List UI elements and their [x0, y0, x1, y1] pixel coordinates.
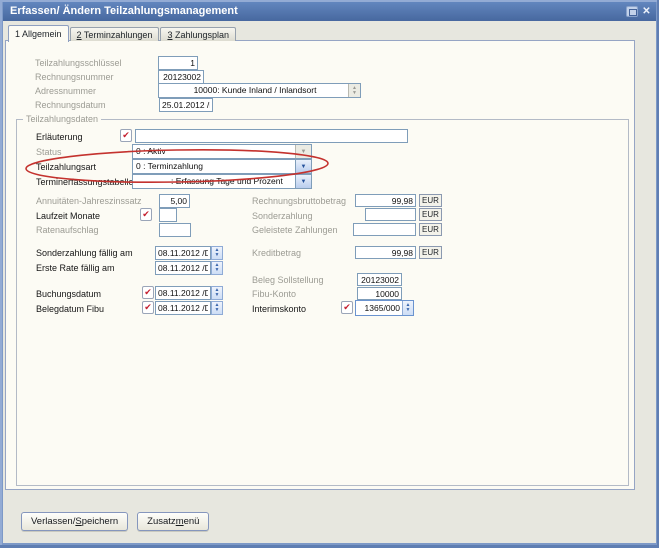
button-label-part: Verlassen/	[31, 516, 75, 527]
red-check-icon[interactable]: ✔	[140, 208, 152, 221]
geleistete-zahlungen-unit: EUR	[419, 223, 442, 236]
red-check-icon[interactable]: ✔	[341, 301, 353, 314]
date-spinner-icon[interactable]: ▲▼	[211, 286, 223, 300]
group-title: Teilzahlungsdaten	[23, 114, 101, 124]
buchungsdatum-label: Buchungsdatum	[36, 289, 101, 299]
dropdown-arrow-icon[interactable]: ▼	[295, 175, 311, 188]
sonderzahlung-field[interactable]	[365, 208, 416, 221]
tab-label: Allgemein	[20, 29, 62, 39]
title-bar[interactable]: Erfassen/ Ändern Teilzahlungsmanagement …	[3, 2, 656, 21]
interimskonto-focused-field[interactable]: ▲▼	[355, 300, 414, 316]
teilzahlungsart-value: 0 : Terminzahlung	[133, 160, 295, 173]
belegdatum-fibu-field[interactable]	[155, 301, 211, 315]
status-combo[interactable]: 0 : Aktiv ▼	[132, 144, 312, 159]
rechnungsbruttobetrag-field[interactable]	[355, 194, 416, 207]
tab-allgemein[interactable]: 1 Allgemein	[8, 25, 69, 42]
sonderzahlung-faellig-label: Sonderzahlung fällig am	[36, 248, 133, 258]
close-icon[interactable]: ✕	[641, 4, 652, 19]
button-label-part: m	[176, 516, 184, 527]
tab-label: Terminzahlungen	[82, 30, 153, 40]
annuitaeten-label: Annuitäten-Jahreszinssatz	[36, 196, 142, 206]
date-spinner-icon[interactable]: ▲▼	[211, 246, 223, 260]
terminerfassungstabelle-label: Terminerfassungstabelle	[36, 177, 134, 187]
rechnungsdatum-field[interactable]	[159, 98, 213, 112]
tab-label: Zahlungsplan	[172, 30, 229, 40]
interimskonto-field[interactable]	[356, 301, 402, 315]
adressnummer-combo[interactable]: 10000: Kunde Inland / Inlandsort ▲▼	[158, 83, 361, 98]
sonderzahlung-label: Sonderzahlung	[252, 211, 313, 221]
kreditbetrag-unit: EUR	[419, 246, 442, 259]
restore-icon[interactable]	[626, 6, 638, 17]
rechnungsbruttobetrag-unit: EUR	[419, 194, 442, 207]
beleg-sollstellung-label: Beleg Sollstellung	[252, 275, 324, 285]
fibu-konto-field[interactable]	[357, 287, 402, 300]
zusatzmenu-button[interactable]: Zusatzmenü	[137, 512, 209, 531]
terminerfassungstabelle-combo[interactable]: : Erfassung Tage und Prozent ▼	[132, 174, 312, 189]
red-check-icon[interactable]: ✔	[120, 129, 132, 142]
terminerfassungstabelle-value: : Erfassung Tage und Prozent	[133, 175, 295, 188]
button-bar: Verlassen/Speichern Zusatzmenü	[21, 512, 209, 531]
adressnummer-label: Adressnummer	[35, 86, 96, 96]
date-spinner-icon[interactable]: ▲▼	[402, 301, 413, 315]
geleistete-zahlungen-label: Geleistete Zahlungen	[252, 225, 338, 235]
dropdown-arrow-icon[interactable]: ▼	[295, 145, 311, 158]
rechnungsnummer-label: Rechnungsnummer	[35, 72, 114, 82]
laufzeit-monate-field[interactable]	[159, 208, 177, 222]
adressnummer-spinner-icon[interactable]: ▲▼	[348, 84, 360, 97]
teilzahlungsdaten-group: Teilzahlungsdaten Erläuterung ✔ Status 0…	[16, 119, 629, 486]
tab-terminzahlungen[interactable]: 2 Terminzahlungen	[70, 27, 160, 41]
sonderzahlung-unit: EUR	[419, 208, 442, 221]
sonderzahlung-faellig-field[interactable]	[155, 246, 211, 260]
rechnungsnummer-field[interactable]	[158, 70, 204, 84]
fibu-konto-label: Fibu-Konto	[252, 289, 296, 299]
ratenaufschlag-label: Ratenaufschlag	[36, 225, 99, 235]
interimskonto-label: Interimskonto	[252, 304, 306, 314]
belegdatum-fibu-label: Belegdatum Fibu	[36, 304, 104, 314]
adressnummer-value: 10000: Kunde Inland / Inlandsort	[159, 84, 348, 97]
teilzahlungsart-label: Teilzahlungsart	[36, 162, 96, 172]
window-title: Erfassen/ Ändern Teilzahlungsmanagement	[10, 5, 238, 17]
kreditbetrag-field[interactable]	[355, 246, 416, 259]
dropdown-arrow-icon[interactable]: ▼	[295, 160, 311, 173]
annuitaeten-field[interactable]	[159, 194, 190, 208]
date-spinner-icon[interactable]: ▲▼	[211, 261, 223, 275]
button-label-part: enü	[184, 516, 200, 527]
verlassen-speichern-button[interactable]: Verlassen/Speichern	[21, 512, 128, 531]
buchungsdatum-field[interactable]	[155, 286, 211, 300]
status-value: 0 : Aktiv	[133, 145, 295, 158]
ratenaufschlag-field[interactable]	[159, 223, 191, 237]
kreditbetrag-label: Kreditbetrag	[252, 248, 301, 258]
button-label-part: peichern	[82, 516, 118, 527]
teilzahlungsart-combo[interactable]: 0 : Terminzahlung ▼	[132, 159, 312, 174]
rechnungsdatum-label: Rechnungsdatum	[35, 100, 106, 110]
erlaeuterung-field[interactable]	[135, 129, 408, 143]
erste-rate-field[interactable]	[155, 261, 211, 275]
tab-strip: 1 Allgemein 2 Terminzahlungen 3 Zahlungs…	[8, 25, 236, 41]
geleistete-zahlungen-field[interactable]	[353, 223, 416, 236]
erlaeuterung-label: Erläuterung	[36, 132, 83, 142]
teilzahlungsschluessel-label: Teilzahlungsschlüssel	[35, 58, 122, 68]
beleg-sollstellung-field[interactable]	[357, 273, 402, 286]
status-label: Status	[36, 147, 62, 157]
laufzeit-monate-label: Laufzeit Monate	[36, 211, 100, 221]
date-spinner-icon[interactable]: ▲▼	[211, 301, 223, 315]
red-check-icon[interactable]: ✔	[142, 301, 154, 314]
red-check-icon[interactable]: ✔	[142, 286, 154, 299]
dialog-window: Erfassen/ Ändern Teilzahlungsmanagement …	[0, 0, 659, 548]
tab-zahlungsplan[interactable]: 3 Zahlungsplan	[160, 27, 236, 41]
rechnungsbruttobetrag-label: Rechnungsbruttobetrag	[252, 196, 346, 206]
erste-rate-label: Erste Rate fällig am	[36, 263, 115, 273]
tab-page-allgemein: Teilzahlungsschlüssel Rechnungsnummer Ad…	[5, 40, 635, 490]
teilzahlungsschluessel-field[interactable]	[158, 56, 198, 70]
button-label-part: Zusatz	[147, 516, 176, 527]
